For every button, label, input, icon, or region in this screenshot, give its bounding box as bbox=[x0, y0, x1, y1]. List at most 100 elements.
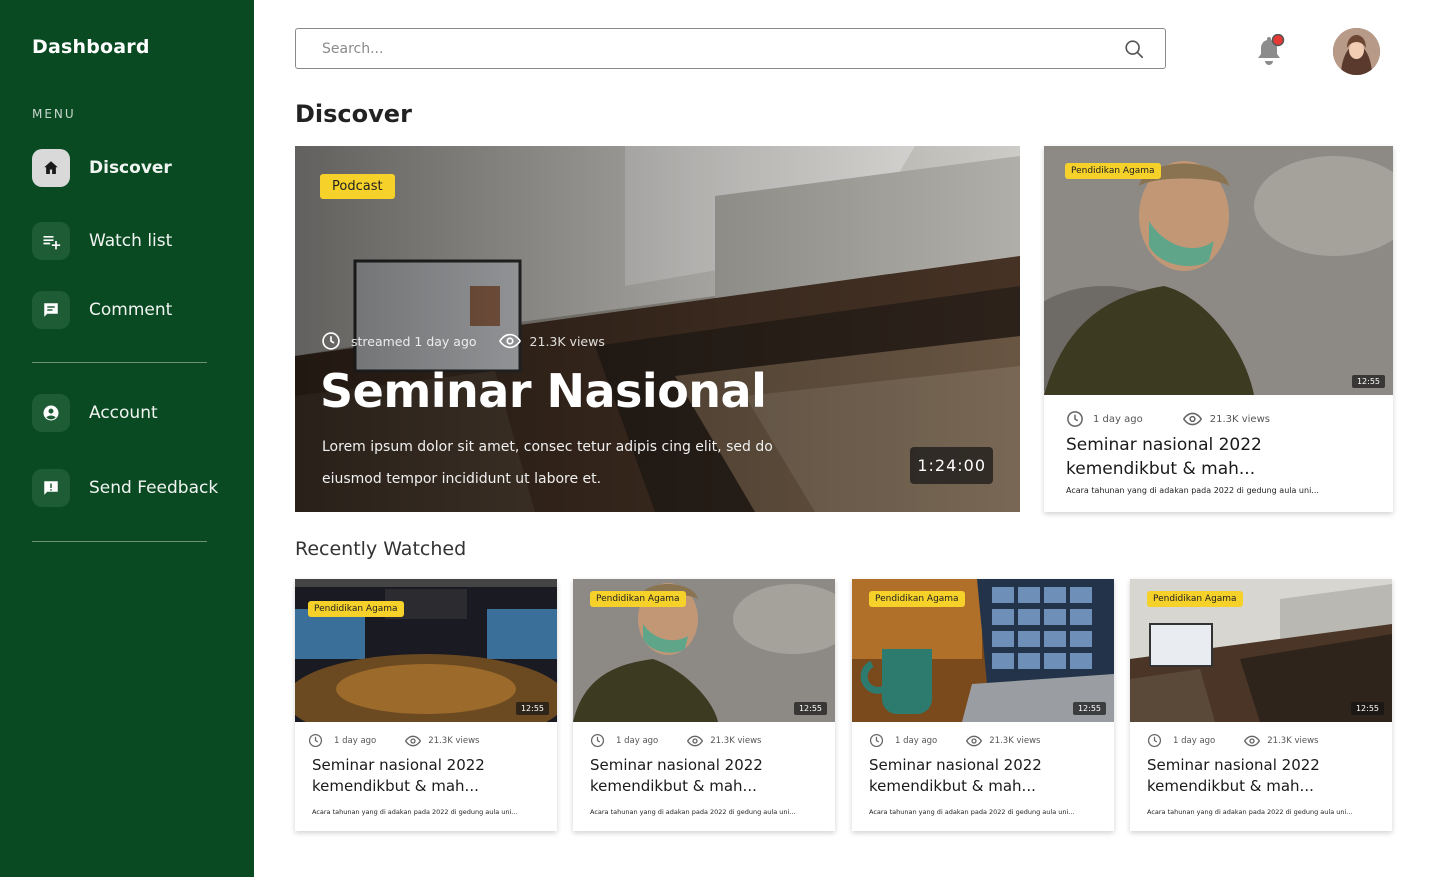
search-icon[interactable] bbox=[1123, 38, 1145, 60]
duration-badge: 12:55 bbox=[515, 702, 549, 715]
video-meta: 1 day ago 21.3K views bbox=[1066, 410, 1270, 428]
video-description: Acara tahunan yang di adakan pada 2022 d… bbox=[1147, 808, 1353, 816]
video-title-line: Seminar nasional 2022 bbox=[590, 756, 763, 774]
video-meta: 1 day ago 21.3K views bbox=[869, 733, 1040, 748]
video-thumbnail: Pendidikan Agama 12:55 bbox=[852, 579, 1114, 722]
streamed-text: streamed 1 day ago bbox=[351, 333, 477, 349]
sidebar-item-label: Send Feedback bbox=[89, 478, 219, 498]
video-thumbnail: Pendidikan Agama 12:55 bbox=[1130, 579, 1392, 722]
search-bar bbox=[295, 28, 1166, 69]
video-description: Acara tahunan yang di adakan pada 2022 d… bbox=[312, 808, 518, 816]
sidebar-item-label: Comment bbox=[89, 300, 173, 320]
hero-description: Lorem ipsum dolor sit amet, consec tetur… bbox=[322, 439, 773, 487]
clock-icon bbox=[1147, 733, 1162, 748]
category-tag: Podcast bbox=[320, 174, 395, 199]
sidebar-item-account[interactable]: Account bbox=[32, 394, 158, 432]
video-thumbnail: Pendidikan Agama 12:55 bbox=[295, 579, 557, 722]
home-icon bbox=[32, 149, 70, 187]
video-title-line: Seminar nasional 2022 bbox=[1147, 756, 1320, 774]
video-description: Acara tahunan yang di adakan pada 2022 d… bbox=[1066, 486, 1319, 495]
category-tag: Pendidikan Agama bbox=[1065, 163, 1161, 179]
video-title: Seminar nasional 2022 kemendikbut & mah.… bbox=[590, 755, 763, 797]
video-title-line: kemendikbut & mah... bbox=[590, 777, 757, 795]
notification-bell-icon[interactable] bbox=[1255, 34, 1285, 68]
duration-badge: 1:24:00 bbox=[910, 447, 993, 484]
video-title: Seminar nasional 2022 kemendikbut & mah.… bbox=[312, 755, 485, 797]
sidebar-item-send-feedback[interactable]: Send Feedback bbox=[32, 469, 218, 507]
account-icon bbox=[32, 394, 70, 432]
recent-video-card[interactable]: Pendidikan Agama 12:55 1 day ago 21.3K v… bbox=[573, 579, 835, 831]
hero-meta: streamed 1 day ago 21.3K views bbox=[321, 331, 605, 351]
duration-badge: 12:55 bbox=[1072, 702, 1106, 715]
hero-title: Seminar Nasional bbox=[320, 364, 767, 418]
menu-label: MENU bbox=[32, 107, 76, 121]
eye-icon bbox=[405, 735, 422, 747]
section-title-recently-watched: Recently Watched bbox=[295, 538, 467, 560]
playlist-add-icon bbox=[32, 222, 70, 260]
eye-icon bbox=[687, 735, 704, 747]
video-meta: 1 day ago 21.3K views bbox=[590, 733, 761, 748]
video-title-line: Seminar nasional 2022 bbox=[1066, 435, 1262, 455]
video-title-line: kemendikbut & mah... bbox=[312, 777, 479, 795]
eye-icon bbox=[498, 333, 521, 349]
video-title: Seminar nasional 2022 kemendikbut & mah.… bbox=[1066, 434, 1262, 482]
video-title-line: kemendikbut & mah... bbox=[1147, 777, 1314, 795]
video-meta: 1 day ago 21.3K views bbox=[308, 733, 479, 748]
eye-icon bbox=[1244, 735, 1261, 747]
sidebar-item-label: Discover bbox=[89, 158, 172, 178]
views-text: 21.3K views bbox=[529, 333, 605, 349]
duration-badge: 12:55 bbox=[1350, 702, 1384, 715]
time-text: 1 day ago bbox=[1173, 735, 1216, 746]
time-text: 1 day ago bbox=[616, 735, 659, 746]
time-text: 1 day ago bbox=[895, 735, 938, 746]
feedback-icon bbox=[32, 469, 70, 507]
clock-icon bbox=[590, 733, 605, 748]
clock-icon bbox=[869, 733, 884, 748]
clock-icon bbox=[308, 733, 323, 748]
category-tag: Pendidikan Agama bbox=[308, 601, 404, 617]
duration-badge: 12:55 bbox=[793, 702, 827, 715]
views-text: 21.3K views bbox=[989, 735, 1041, 746]
sidebar-item-label: Watch list bbox=[89, 231, 173, 251]
video-title-line: Seminar nasional 2022 bbox=[869, 756, 1042, 774]
duration-badge: 12:55 bbox=[1351, 375, 1385, 388]
time-text: 1 day ago bbox=[1093, 413, 1143, 425]
views-text: 21.3K views bbox=[710, 735, 762, 746]
video-card[interactable]: Pendidikan Agama 12:55 1 day ago 21.3K v… bbox=[1044, 146, 1393, 512]
sidebar-item-watch-list[interactable]: Watch list bbox=[32, 222, 172, 260]
video-thumbnail: Pendidikan Agama 12:55 bbox=[573, 579, 835, 722]
video-description: Acara tahunan yang di adakan pada 2022 d… bbox=[869, 808, 1075, 816]
user-avatar[interactable] bbox=[1333, 28, 1380, 75]
video-thumbnail: Pendidikan Agama 12:55 bbox=[1044, 146, 1393, 395]
sidebar-item-comment[interactable]: Comment bbox=[32, 291, 172, 329]
comment-icon bbox=[32, 291, 70, 329]
sidebar-item-discover[interactable]: Discover bbox=[32, 149, 172, 187]
sidebar: Dashboard MENU Discover Watch list Comme… bbox=[0, 0, 254, 877]
views-text: 21.3K views bbox=[1267, 735, 1319, 746]
clock-icon bbox=[1066, 410, 1084, 428]
recent-video-card[interactable]: Pendidikan Agama 12:55 1 day ago 21.3K v… bbox=[1130, 579, 1392, 831]
recent-video-card[interactable]: Pendidikan Agama 12:55 1 day ago 21.3K v… bbox=[295, 579, 557, 831]
video-title: Seminar nasional 2022 kemendikbut & mah.… bbox=[869, 755, 1042, 797]
eye-icon bbox=[1182, 412, 1202, 426]
page-title: Discover bbox=[295, 100, 412, 128]
search-input[interactable] bbox=[322, 38, 1102, 60]
featured-video-card[interactable]: Podcast streamed 1 day ago 21.3K views S… bbox=[295, 146, 1020, 512]
recent-video-card[interactable]: Pendidikan Agama 12:55 1 day ago 21.3K v… bbox=[852, 579, 1114, 831]
video-meta: 1 day ago 21.3K views bbox=[1147, 733, 1318, 748]
views-text: 21.3K views bbox=[428, 735, 480, 746]
sidebar-divider bbox=[32, 362, 207, 363]
video-title: Seminar nasional 2022 kemendikbut & mah.… bbox=[1147, 755, 1320, 797]
video-title-line: kemendikbut & mah... bbox=[869, 777, 1036, 795]
category-tag: Pendidikan Agama bbox=[869, 591, 965, 607]
sidebar-item-label: Account bbox=[89, 403, 158, 423]
video-description: Acara tahunan yang di adakan pada 2022 d… bbox=[590, 808, 796, 816]
eye-icon bbox=[966, 735, 983, 747]
views-text: 21.3K views bbox=[1209, 413, 1270, 425]
category-tag: Pendidikan Agama bbox=[590, 591, 686, 607]
video-title-line: Seminar nasional 2022 bbox=[312, 756, 485, 774]
category-tag: Pendidikan Agama bbox=[1147, 591, 1243, 607]
brand-title: Dashboard bbox=[32, 36, 150, 58]
video-title-line: kemendikbut & mah... bbox=[1066, 458, 1256, 479]
clock-icon bbox=[321, 331, 341, 351]
